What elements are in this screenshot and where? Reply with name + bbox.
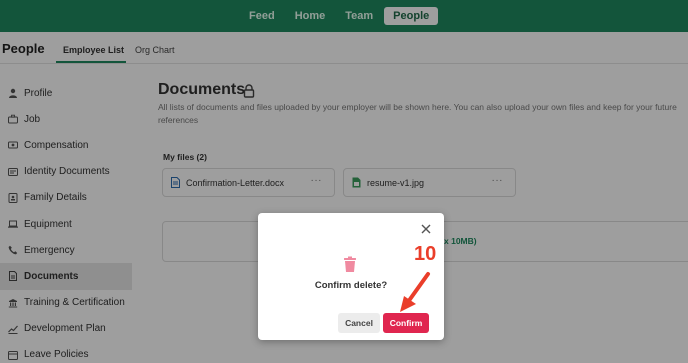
close-icon[interactable] <box>419 222 433 236</box>
cancel-button[interactable]: Cancel <box>338 313 380 333</box>
confirm-button[interactable]: Confirm <box>383 313 429 333</box>
arrow-annotation-icon <box>400 272 430 312</box>
step-number-annotation: 10 <box>414 243 437 265</box>
trash-icon <box>344 256 356 272</box>
